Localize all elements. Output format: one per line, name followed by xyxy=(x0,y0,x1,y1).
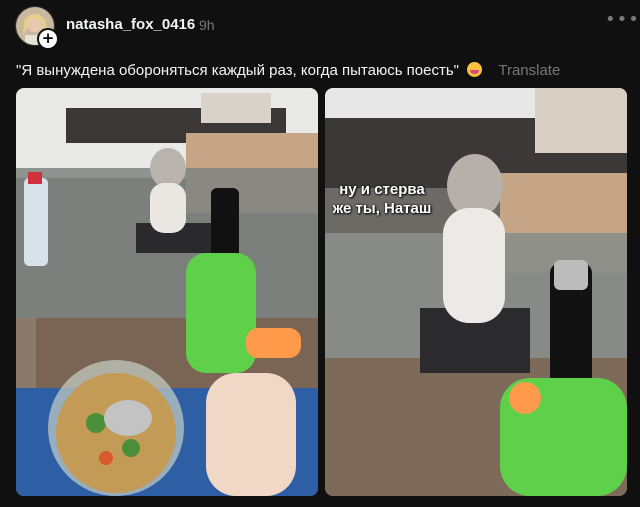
caption-text: "Я вынуждена обороняться каждый раз, ког… xyxy=(16,62,459,79)
post-timestamp: 9h xyxy=(199,17,215,33)
more-horizontal-icon[interactable]: ••• xyxy=(605,9,640,30)
meme-text-overlay: ну и стерва же ты, Наташ xyxy=(332,180,432,218)
username[interactable]: natasha_fox_0416 xyxy=(66,16,195,33)
meme-text-line2: же ты, Наташ xyxy=(332,200,432,217)
meme-text-line1: ну и стерва xyxy=(339,181,425,198)
translate-link[interactable]: Translate xyxy=(498,62,560,79)
post-header: + natasha_fox_0416 9h ••• xyxy=(0,0,640,52)
avatar[interactable]: + xyxy=(15,6,59,50)
post-image-2[interactable] xyxy=(325,88,627,496)
follow-plus-icon[interactable]: + xyxy=(37,28,59,50)
grinning-tongue-emoji xyxy=(467,62,483,77)
post-image-1[interactable] xyxy=(16,88,318,496)
post-caption: "Я вынуждена обороняться каждый раз, ког… xyxy=(16,62,560,79)
